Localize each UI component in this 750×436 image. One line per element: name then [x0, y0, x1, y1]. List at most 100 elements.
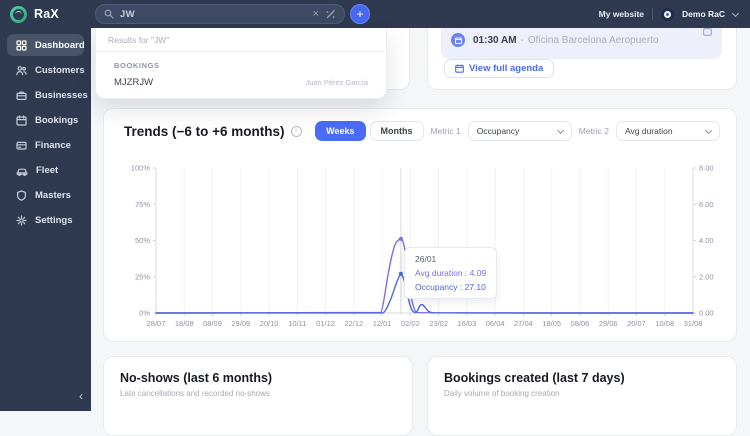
svg-text:31/08: 31/08	[684, 319, 703, 328]
bookings-section-label: BOOKINGS	[114, 61, 160, 70]
avatar	[661, 7, 675, 21]
svg-text:16/03: 16/03	[458, 319, 477, 328]
sidebar-item-label: Fleet	[36, 164, 59, 176]
brand[interactable]: RaX	[10, 0, 59, 28]
search-icon	[104, 9, 114, 19]
svg-text:25%: 25%	[135, 272, 150, 281]
sidebar-item-finance[interactable]: Finance	[7, 134, 84, 156]
no-shows-title: No-shows (last 6 months)	[120, 371, 273, 385]
trends-card: Trends (−6 to +6 months) i Weeks Months …	[103, 108, 737, 342]
search-results-dropdown: Results for "JW" BOOKINGS MJZRJW Juan Pé…	[95, 28, 387, 99]
settings-icon	[16, 214, 27, 226]
sidebar-item-businesses[interactable]: Businesses	[7, 84, 88, 106]
svg-text:08/06: 08/06	[571, 319, 590, 328]
sidebar-item-dashboard[interactable]: Dashboard	[7, 34, 85, 56]
search-result-item[interactable]: MJZRJW Juan Pérez García	[114, 77, 368, 88]
svg-text:20/10: 20/10	[260, 319, 279, 328]
no-shows-subtitle: Late cancellations and recorded no-shows	[120, 389, 270, 398]
svg-text:28/07: 28/07	[147, 319, 166, 328]
svg-text:06/04: 06/04	[486, 319, 505, 328]
sidebar-item-label: Masters	[35, 189, 71, 201]
result-name: Juan Pérez García	[305, 78, 368, 87]
svg-text:50%: 50%	[135, 236, 150, 245]
add-button[interactable]: +	[350, 4, 370, 24]
trends-controls: Weeks Months Metric 1 Occupancy Metric 2…	[315, 121, 720, 141]
search-input[interactable]: JW ×	[95, 4, 345, 24]
fleet-icon	[16, 168, 28, 176]
bookings-icon	[16, 114, 27, 126]
svg-text:23/02: 23/02	[429, 319, 448, 328]
svg-text:12/01: 12/01	[373, 319, 392, 328]
svg-text:20/07: 20/07	[627, 319, 646, 328]
months-toggle-button[interactable]: Months	[369, 121, 424, 141]
svg-text:18/08: 18/08	[175, 319, 194, 328]
svg-text:10/11: 10/11	[288, 319, 306, 328]
sidebar-item-bookings[interactable]: Bookings	[7, 109, 84, 131]
tooltip-date: 26/01	[415, 254, 437, 264]
app-root: RaX JW × + My website Demo RaC Dashboard…	[0, 0, 750, 436]
metric2-value: Avg duration	[625, 126, 673, 136]
clear-search-icon[interactable]: ×	[313, 8, 319, 20]
logo-icon	[10, 5, 27, 23]
metric2-label: Metric 2	[578, 126, 609, 136]
event-location: Oficina Barcelona Aeropuerto	[527, 34, 659, 46]
bookings-created-card: Bookings created (last 7 days) Daily vol…	[427, 356, 737, 436]
metric1-select[interactable]: Occupancy	[467, 121, 572, 141]
svg-text:18/05: 18/05	[542, 319, 561, 328]
tooltip-avg-duration: Avg duration : 4.09	[415, 268, 487, 278]
topbar-divider	[652, 8, 654, 20]
bookings-created-subtitle: Daily volume of booking creation	[444, 389, 560, 398]
calendar-icon	[455, 64, 464, 73]
trend-chart[interactable]: 28/07 18/08 08/09 29/09 20/10 10/11 01/12 22/12…	[104, 159, 738, 339]
businesses-icon	[16, 91, 27, 100]
trends-header: Trends (−6 to +6 months) i Weeks Months …	[104, 109, 736, 141]
chevron-down-icon	[556, 126, 564, 134]
view-full-agenda-button[interactable]: View full agenda	[444, 59, 555, 78]
topbar: RaX JW × + My website Demo RaC	[0, 0, 750, 28]
sidebar-item-label: Bookings	[35, 114, 79, 126]
svg-text:02/02: 02/02	[401, 319, 420, 328]
my-website-link[interactable]: My website	[599, 9, 644, 19]
sidebar-item-label: Customers	[35, 64, 85, 76]
svg-text:29/06: 29/06	[599, 319, 618, 328]
customers-icon	[16, 65, 27, 75]
svg-text:01/12: 01/12	[316, 319, 335, 328]
svg-text:2.00: 2.00	[699, 272, 714, 281]
svg-text:6.00: 6.00	[699, 200, 714, 209]
chevron-down-icon	[704, 126, 713, 134]
trends-title: Trends (−6 to +6 months)	[124, 123, 285, 139]
sidebar: Dashboard Customers Businesses Bookings	[0, 28, 91, 411]
chevron-down-icon[interactable]	[731, 9, 740, 17]
finance-icon	[16, 141, 27, 150]
dropdown-divider	[96, 51, 386, 52]
info-icon[interactable]: i	[290, 125, 302, 137]
sidebar-collapse-button[interactable]: ‹	[79, 390, 83, 402]
sidebar-item-customers[interactable]: Customers	[7, 59, 85, 81]
weeks-toggle-button[interactable]: Weeks	[315, 121, 366, 141]
metric2-select[interactable]: Avg duration	[616, 121, 720, 141]
results-header: Results for "JW"	[108, 35, 170, 45]
sidebar-item-settings[interactable]: Settings	[7, 209, 84, 231]
svg-text:27/04: 27/04	[514, 319, 533, 328]
bookings-created-title: Bookings created (last 7 days)	[444, 371, 625, 385]
advanced-search-icon[interactable]	[325, 9, 336, 20]
svg-text:10/08: 10/08	[655, 319, 674, 328]
brand-name: RaX	[34, 7, 59, 21]
sidebar-item-label: Settings	[35, 214, 73, 226]
masters-icon	[17, 189, 26, 201]
sidebar-item-label: Dashboard	[35, 39, 85, 51]
svg-text:8.00: 8.00	[699, 164, 714, 173]
svg-text:0.00: 0.00	[699, 309, 714, 318]
sidebar-item-label: Businesses	[35, 89, 88, 101]
tooltip-occupancy: Occupancy : 27.10	[415, 282, 486, 292]
sidebar-item-masters[interactable]: Masters	[7, 184, 84, 206]
topbar-right: My website Demo RaC	[599, 0, 740, 28]
svg-text:75%: 75%	[135, 200, 150, 209]
svg-text:29/09: 29/09	[231, 319, 250, 328]
view-full-agenda-label: View full agenda	[469, 63, 544, 74]
sidebar-item-fleet[interactable]: Fleet	[7, 159, 84, 181]
dashboard-icon	[16, 39, 27, 51]
svg-text:0%: 0%	[139, 309, 150, 318]
event-separator: -	[520, 34, 524, 46]
account-menu[interactable]: Demo RaC	[682, 9, 725, 19]
